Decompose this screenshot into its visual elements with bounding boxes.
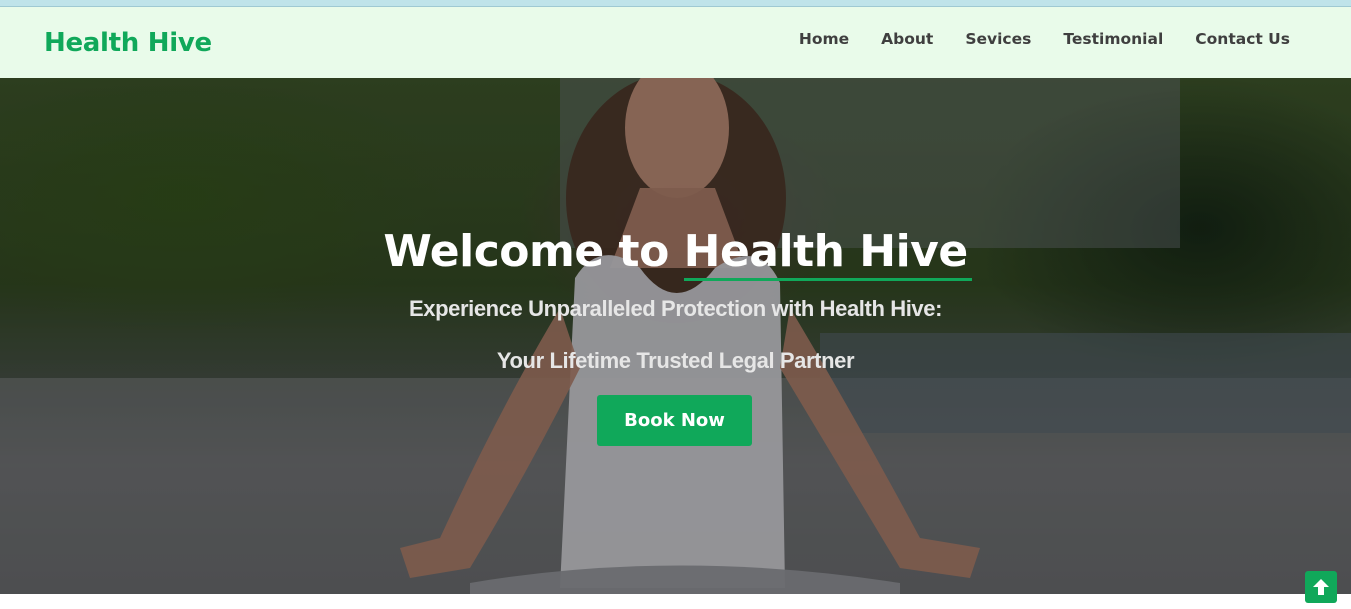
nav-link-home[interactable]: Home	[799, 30, 849, 48]
nav-link-testimonial[interactable]: Testimonial	[1063, 30, 1163, 48]
hero-section: Welcome to Health Hive Experience Unpara…	[0, 78, 1351, 594]
hero-subtitle-line1: Experience Unparalleled Protection with …	[408, 296, 942, 321]
hero-subtitle-line2: Your Lifetime Trusted Legal Partner	[496, 348, 855, 373]
nav-link-about[interactable]: About	[881, 30, 933, 48]
scroll-to-top-button[interactable]	[1305, 571, 1337, 603]
brand-logo[interactable]: Health Hive	[44, 28, 212, 58]
browser-top-strip	[0, 0, 1351, 7]
navbar: Health Hive Home About Sevices Testimoni…	[0, 7, 1351, 78]
hero-title: Welcome to Health Hive	[0, 226, 1351, 281]
hero-title-prefix: Welcome to	[383, 226, 684, 277]
nav-link-contact[interactable]: Contact Us	[1195, 30, 1290, 48]
nav-links: Home About Sevices Testimonial Contact U…	[799, 30, 1290, 48]
nav-link-services[interactable]: Sevices	[965, 30, 1031, 48]
arrow-up-icon	[1313, 579, 1329, 595]
hero-content: Welcome to Health Hive Experience Unpara…	[0, 78, 1351, 594]
book-now-button[interactable]: Book Now	[597, 395, 752, 446]
hero-title-highlight: Health Hive	[683, 226, 972, 281]
